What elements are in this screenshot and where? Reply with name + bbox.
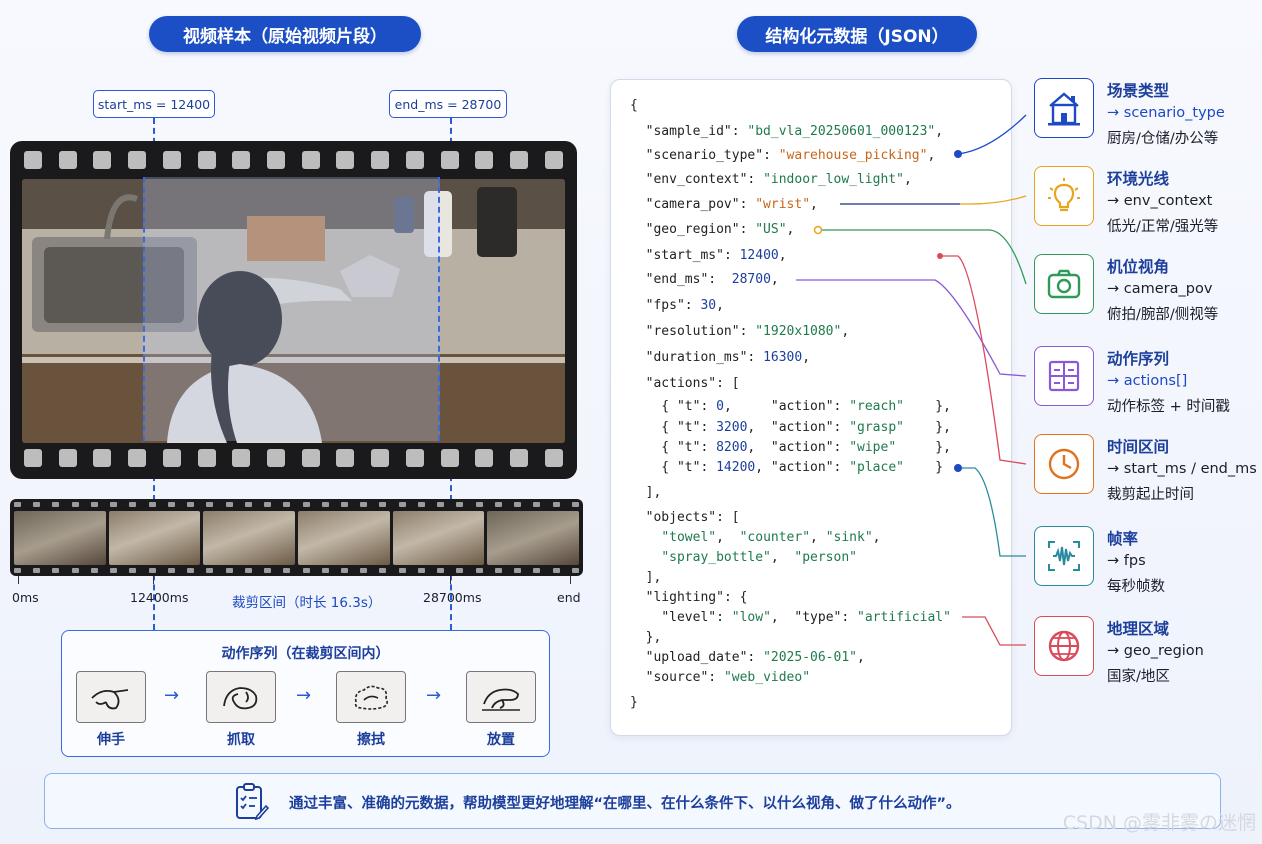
action-panel-title: 动作序列（在裁剪区间内） bbox=[221, 646, 390, 662]
timeline-clip-start-label: 12400ms bbox=[130, 590, 189, 605]
category-json-key: → actions[] bbox=[1107, 373, 1188, 389]
timeline-clip-end-label: 28700ms bbox=[423, 590, 482, 605]
arrow-icon: → bbox=[164, 685, 180, 706]
video-section-title: 视频样本（原始视频片段） bbox=[149, 16, 421, 52]
reach-icon bbox=[76, 671, 146, 723]
json-code-line: "lighting": { bbox=[645, 590, 748, 605]
category-title: 帧率 bbox=[1107, 530, 1139, 548]
json-code-line: "actions": [ bbox=[645, 376, 740, 391]
category-description: 国家/地区 bbox=[1107, 669, 1170, 685]
sequence-icon bbox=[1034, 346, 1094, 406]
json-code-line: } bbox=[630, 695, 638, 710]
json-code-line: "end_ms": 28700, bbox=[645, 272, 779, 287]
action-label-place: 放置 bbox=[487, 732, 515, 748]
json-code-line: }, bbox=[630, 630, 662, 645]
json-code-line: { "t": 8200, "action": "wipe" }, bbox=[630, 440, 951, 455]
action-label-wipe: 擦拭 bbox=[357, 732, 385, 748]
category-json-key: → env_context bbox=[1107, 193, 1213, 209]
category-description: 每秒帧数 bbox=[1107, 579, 1165, 595]
json-code-line: ], bbox=[630, 570, 662, 585]
json-code-line: "duration_ms": 16300, bbox=[645, 350, 811, 365]
category-json-key: → start_ms / end_ms bbox=[1107, 461, 1257, 477]
category-description: 厨房/仓储/办公等 bbox=[1107, 131, 1219, 147]
json-code-line: "source": "web_video" bbox=[645, 670, 811, 685]
checklist-icon bbox=[236, 783, 269, 821]
json-code-line: "scenario_type": "warehouse_picking", bbox=[645, 148, 936, 163]
category-description: 低光/正常/强光等 bbox=[1107, 219, 1219, 235]
wipe-icon bbox=[336, 671, 406, 723]
json-code-line: "geo_region": "US", bbox=[645, 222, 795, 237]
json-code-line: "level": "low", "type": "artificial" bbox=[661, 610, 951, 625]
json-code-line: "fps": 30, bbox=[645, 298, 724, 313]
category-json-key: → scenario_type bbox=[1107, 105, 1225, 121]
grasp-icon bbox=[206, 671, 276, 723]
thumbnail-frame bbox=[392, 511, 485, 565]
camera-icon bbox=[1034, 254, 1094, 314]
json-code-line: "spray_bottle", "person" bbox=[661, 550, 857, 565]
lightbulb-icon bbox=[1034, 166, 1094, 226]
action-label-grasp: 抓取 bbox=[227, 732, 255, 748]
json-code-line: "start_ms": 12400, bbox=[645, 248, 787, 263]
json-code-line: "camera_pov": "wrist", bbox=[645, 197, 818, 212]
timeline-end-label: end bbox=[557, 590, 581, 605]
clip-range-highlight bbox=[143, 177, 440, 441]
clip-duration-caption: 裁剪区间（时长 16.3s） bbox=[232, 595, 382, 611]
json-code-line: "env_context": "indoor_low_light", bbox=[645, 172, 912, 187]
json-section-title: 结构化元数据（JSON） bbox=[737, 16, 977, 52]
action-label-reach: 伸手 bbox=[97, 732, 125, 748]
category-title: 动作序列 bbox=[1107, 350, 1170, 368]
place-icon bbox=[466, 671, 536, 723]
category-json-key: → geo_region bbox=[1107, 643, 1204, 659]
json-code-line: { "t": 14200, "action": "place" } bbox=[630, 460, 944, 475]
category-description: 裁剪起止时间 bbox=[1107, 487, 1194, 503]
thumbnail-frame bbox=[14, 511, 106, 565]
json-code-line: "sample_id": "bd_vla_20250601_000123", bbox=[645, 124, 944, 139]
category-json-key: → fps bbox=[1107, 553, 1146, 569]
sprocket-holes-top bbox=[24, 151, 563, 171]
json-code-line: "towel", "counter", "sink", bbox=[661, 530, 881, 545]
category-title: 机位视角 bbox=[1107, 258, 1170, 276]
clock-icon bbox=[1034, 434, 1094, 494]
category-title: 地理区域 bbox=[1107, 620, 1170, 638]
sprocket-holes-bottom bbox=[24, 449, 563, 469]
footer-banner: 通过丰富、准确的元数据，帮助模型更好地理解“在哪里、在什么条件下、以什么视角、做… bbox=[44, 773, 1221, 829]
waveform-icon bbox=[1034, 526, 1094, 586]
footer-text: 通过丰富、准确的元数据，帮助模型更好地理解“在哪里、在什么条件下、以什么视角、做… bbox=[289, 796, 961, 812]
watermark: CSDN @雾非雾の迷惘 bbox=[1062, 812, 1256, 834]
arrow-icon: → bbox=[296, 685, 312, 706]
thumbnail-strip bbox=[10, 499, 583, 576]
json-code-line: "objects": [ bbox=[645, 510, 740, 525]
start-marker-label: start_ms = 12400 bbox=[93, 90, 215, 118]
category-title: 时间区间 bbox=[1107, 438, 1170, 456]
thumbnail-frame bbox=[298, 511, 390, 565]
timeline-start-label: 0ms bbox=[12, 590, 39, 605]
category-title: 场景类型 bbox=[1107, 82, 1170, 100]
json-code-line: ], bbox=[630, 485, 662, 500]
thumbnail-frame bbox=[108, 511, 201, 565]
building-icon bbox=[1034, 78, 1094, 138]
globe-icon bbox=[1034, 616, 1094, 676]
category-json-key: → camera_pov bbox=[1107, 281, 1213, 297]
category-description: 俯拍/腕部/侧视等 bbox=[1107, 307, 1219, 323]
json-code-line: { "t": 0, "action": "reach" }, bbox=[630, 399, 951, 414]
category-title: 环境光线 bbox=[1107, 170, 1170, 188]
thumbnail-frame bbox=[203, 511, 296, 565]
arrow-icon: → bbox=[426, 685, 442, 706]
json-code-line: { "t": 3200, "action": "grasp" }, bbox=[630, 420, 951, 435]
json-code-line: "upload_date": "2025-06-01", bbox=[645, 650, 865, 665]
json-code-line: { bbox=[630, 98, 638, 113]
category-description: 动作标签 + 时间戳 bbox=[1107, 399, 1230, 415]
action-sequence-panel: 动作序列（在裁剪区间内） 伸手 → 抓取 → 擦拭 → 放置 bbox=[61, 630, 550, 757]
end-marker-label: end_ms = 28700 bbox=[389, 90, 507, 118]
thumbnail-frame bbox=[487, 511, 580, 565]
json-code-line: "resolution": "1920x1080", bbox=[645, 324, 850, 339]
